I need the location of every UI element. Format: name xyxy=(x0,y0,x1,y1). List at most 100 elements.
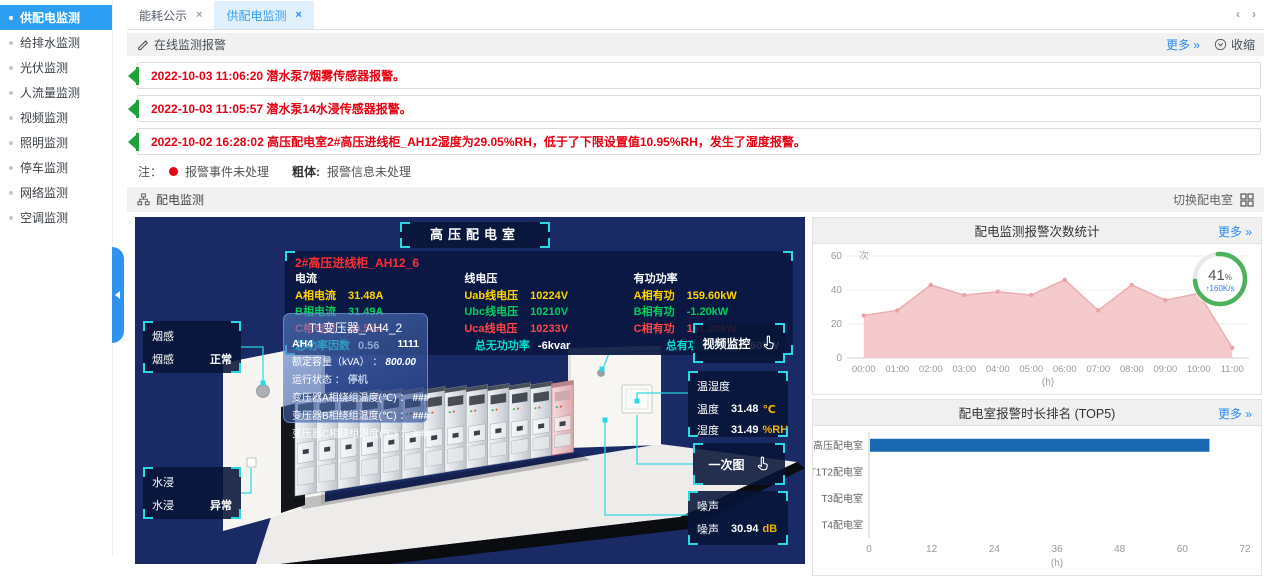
collapse-toggle[interactable]: 收缩 xyxy=(1214,36,1255,53)
svg-text:06:00: 06:00 xyxy=(1053,364,1077,375)
alert-panel-title: 在线监测报警 xyxy=(154,36,226,53)
smoke-status-value: 正常 xyxy=(210,351,232,367)
alarm-count-chart-panel: 配电监测报警次数统计 更多 » 0204060次00:0001:0002:000… xyxy=(812,217,1262,395)
sidebar-item-label: 网络监测 xyxy=(20,184,68,201)
tab-energy-publicity[interactable]: 能耗公示 × xyxy=(127,1,214,29)
alert-panel-header: 在线监测报警 更多 » 收缩 xyxy=(127,33,1264,56)
alerts-more-link[interactable]: 更多 » xyxy=(1166,36,1200,53)
svg-text:48: 48 xyxy=(1114,544,1126,555)
svg-text:09:00: 09:00 xyxy=(1153,364,1177,375)
tab-bar: 能耗公示 × 供配电监测 × ‹ › xyxy=(127,0,1264,30)
sidebar-collapse-handle[interactable] xyxy=(112,247,124,343)
sidebar-item-label: 光伏监测 xyxy=(20,59,68,76)
sidebar-item-hvac[interactable]: 空调监测 xyxy=(0,205,112,230)
chart-more-link[interactable]: 更多 » xyxy=(1218,405,1252,422)
line-voltage-column: 线电压 Uab线电压10224V Ubc线电压10210V Uca线电压1023… xyxy=(464,271,613,337)
svg-text:T1T2配电室: T1T2配电室 xyxy=(813,465,863,478)
svg-text:40: 40 xyxy=(831,285,843,296)
tab-scroll-arrows: ‹ › xyxy=(1236,7,1256,21)
sidebar-item-photovoltaic[interactable]: 光伏监测 xyxy=(0,55,112,80)
svg-text:12: 12 xyxy=(926,544,938,555)
tooltip-title: T1变压器_AH4_2 xyxy=(292,319,419,336)
room-title-box: 高压配电室 xyxy=(400,222,550,248)
note-bold-text: 报警信息未处理 xyxy=(327,163,411,180)
svg-text:08:00: 08:00 xyxy=(1120,364,1144,375)
bullet-icon xyxy=(9,141,13,145)
bullet-icon xyxy=(9,216,13,220)
svg-text:03:00: 03:00 xyxy=(952,364,976,375)
bullet-icon xyxy=(9,166,13,170)
cabinet-panel-title: 2#高压进线柜_AH12_6 xyxy=(295,256,783,271)
sidebar-item-network[interactable]: 网络监测 xyxy=(0,180,112,205)
tab-power-distribution[interactable]: 供配电监测 × xyxy=(214,1,313,29)
switch-room-button[interactable]: 切换配电室 xyxy=(1173,191,1233,208)
svg-text:07:00: 07:00 xyxy=(1086,364,1110,375)
alert-text: 2022-10-03 11:05:57 潜水泵14水浸传感器报警。 xyxy=(151,100,412,117)
app-window: 供配电监测 给排水监测 光伏监测 人流量监测 视频监测 照明监测 停车监测 网络… xyxy=(0,0,1264,556)
sidebar-item-people-flow[interactable]: 人流量监测 xyxy=(0,80,112,105)
svg-text:(h): (h) xyxy=(1051,558,1063,569)
alert-text: 2022-10-02 16:28:02 高压配电室2#高压进线柜_AH12湿度为… xyxy=(151,133,806,150)
transformer-tooltip: T1变压器_AH4_2 AH41111 额定容量（kVA） ：800.00 运行… xyxy=(283,313,428,423)
edit-pencil-icon xyxy=(136,38,149,51)
sidebar-item-label: 照明监测 xyxy=(20,134,68,151)
sidebar-item-label: 供配电监测 xyxy=(20,9,80,26)
tab-label: 供配电监测 xyxy=(226,7,286,24)
chart-more-link[interactable]: 更多 » xyxy=(1218,223,1252,240)
main-area: 能耗公示 × 供配电监测 × ‹ › 在线监测报警 更多 » 收缩 xyxy=(127,0,1264,556)
one-line-diagram-button[interactable]: 一次图 xyxy=(693,443,785,485)
bullet-icon xyxy=(9,41,13,45)
note-dot-label: 报警事件未处理 xyxy=(185,163,269,180)
smoke-sensor-badge: 烟感 烟感正常 xyxy=(143,321,241,373)
section-bar: 配电监测 切换配电室 xyxy=(127,187,1264,212)
sidebar-item-label: 人流量监测 xyxy=(20,84,80,101)
unprocessed-event-dot-icon xyxy=(169,167,178,176)
sidebar-item-label: 停车监测 xyxy=(20,159,68,176)
alert-row[interactable]: 2022-10-03 11:06:20 潜水泵7烟雾传感器报警。 xyxy=(137,62,1261,89)
close-icon[interactable]: × xyxy=(295,9,301,21)
layout-grid-icon[interactable] xyxy=(1240,193,1254,207)
svg-text:24: 24 xyxy=(989,544,1001,555)
tab-scroll-right-icon[interactable]: › xyxy=(1252,7,1256,21)
tap-hand-icon xyxy=(760,335,776,351)
sidebar-item-power-distribution[interactable]: 供配电监测 xyxy=(0,5,112,30)
video-monitor-label: 视频监控 xyxy=(702,335,750,352)
svg-text:0: 0 xyxy=(866,544,872,555)
svg-text:60: 60 xyxy=(831,251,843,262)
alarm-duration-bar-chart: 高压配电室T1T2配电室T3配电室T4配电室0122436486072(h) xyxy=(813,426,1261,572)
alert-flag-icon xyxy=(128,69,136,83)
svg-text:36: 36 xyxy=(1051,544,1063,555)
sidebar-item-label: 给排水监测 xyxy=(20,34,80,51)
sidebar-item-label: 空调监测 xyxy=(20,209,68,226)
bullet-icon xyxy=(9,16,13,20)
sidebar-item-lighting[interactable]: 照明监测 xyxy=(0,130,112,155)
room-title: 高压配电室 xyxy=(430,227,520,242)
svg-text:20: 20 xyxy=(831,319,843,330)
alert-row[interactable]: 2022-10-02 16:28:02 高压配电室2#高压进线柜_AH12湿度为… xyxy=(137,128,1261,155)
performance-badge: 41% ↑160K/s xyxy=(1191,250,1249,308)
bullet-icon xyxy=(9,91,13,95)
svg-text:05:00: 05:00 xyxy=(1019,364,1043,375)
power-room-3d-view[interactable]: 高压配电室 2#高压进线柜_AH12_6 电流 A相电流31.48A B相电流3… xyxy=(135,217,805,564)
sidebar-item-parking[interactable]: 停车监测 xyxy=(0,155,112,180)
alert-flag-icon xyxy=(128,135,136,149)
tab-scroll-left-icon[interactable]: ‹ xyxy=(1236,7,1240,21)
close-icon[interactable]: × xyxy=(196,9,202,21)
note-prefix: 注： xyxy=(138,163,162,180)
sidebar-item-water-supply[interactable]: 给排水监测 xyxy=(0,30,112,55)
tap-hand-icon xyxy=(754,456,770,472)
performance-rate: ↑160K/s xyxy=(1206,284,1235,293)
chart-title: 配电室报警时长排名 (TOP5) xyxy=(813,403,1261,422)
water-sensor-device xyxy=(247,458,256,467)
note-bold-label: 粗体: xyxy=(292,163,320,180)
svg-text:11:00: 11:00 xyxy=(1221,364,1244,375)
collapse-circle-icon xyxy=(1214,38,1227,51)
alert-row[interactable]: 2022-10-03 11:05:57 潜水泵14水浸传感器报警。 xyxy=(137,95,1261,122)
bullet-icon xyxy=(9,66,13,70)
one-line-diagram-label: 一次图 xyxy=(708,456,744,473)
noise-badge: 噪声 噪声30.94dB xyxy=(688,491,788,545)
video-monitor-button[interactable]: 视频监控 xyxy=(693,323,785,363)
svg-text:10:00: 10:00 xyxy=(1187,364,1211,375)
chart-panel-header: 配电室报警时长排名 (TOP5) 更多 » xyxy=(813,400,1261,426)
sidebar-item-video[interactable]: 视频监测 xyxy=(0,105,112,130)
